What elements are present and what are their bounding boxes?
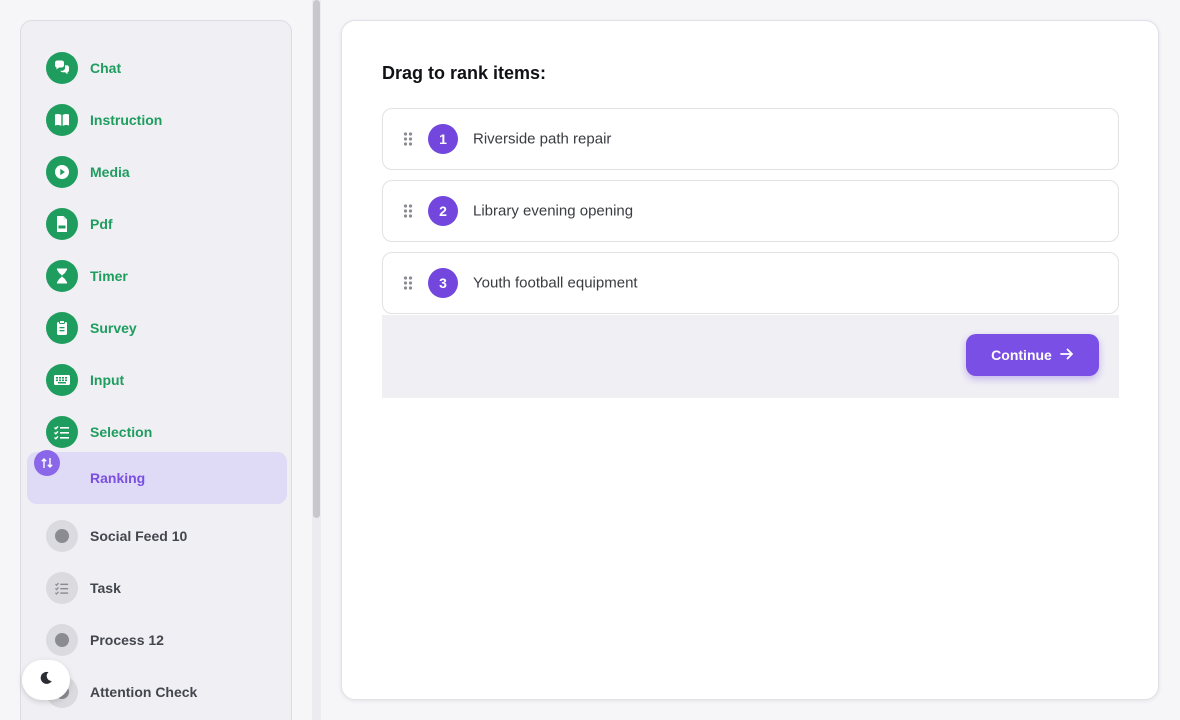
rank-number-badge: 3 xyxy=(428,268,458,298)
sidebar-item-label: Media xyxy=(90,164,130,180)
rank-number-badge: 1 xyxy=(428,124,458,154)
rank-item-label: Riverside path repair xyxy=(473,130,612,148)
sidebar-item-label: Chat xyxy=(90,60,122,76)
page-title: Drag to rank items: xyxy=(382,63,547,83)
sidebar-item-label: Timer xyxy=(90,268,128,284)
card-footer: Continue xyxy=(382,315,1119,398)
arrow-right-icon xyxy=(1059,347,1074,363)
hourglass-icon xyxy=(46,260,78,292)
continue-button[interactable]: Continue xyxy=(966,334,1099,376)
pdf-file-icon xyxy=(46,208,78,240)
rank-item[interactable]: 2 Library evening opening xyxy=(382,180,1119,242)
drag-handle-icon[interactable] xyxy=(403,132,413,146)
drag-handle-icon[interactable] xyxy=(403,276,413,290)
rank-item-label: Library evening opening xyxy=(473,202,634,220)
chat-icon xyxy=(46,52,78,84)
ranking-card: Drag to rank items: 1 Riverside path rep… xyxy=(341,20,1159,700)
sidebar-item-label: Task xyxy=(90,580,121,596)
sidebar-item-input[interactable]: Input xyxy=(27,354,287,406)
sidebar-scrollbar-thumb[interactable] xyxy=(313,0,320,518)
sidebar-item-task[interactable]: Task xyxy=(27,562,287,614)
sort-arrows-icon xyxy=(34,450,60,476)
sidebar-item-label: Survey xyxy=(90,320,137,336)
sidebar-item-label: Pdf xyxy=(90,216,113,232)
dot-icon xyxy=(46,520,78,552)
sidebar-item-process[interactable]: Process 12 xyxy=(27,614,287,666)
keyboard-icon xyxy=(46,364,78,396)
continue-button-label: Continue xyxy=(991,347,1052,363)
sidebar-item-label: Ranking xyxy=(90,470,146,486)
rank-item[interactable]: 1 Riverside path repair xyxy=(382,108,1119,170)
book-icon xyxy=(46,104,78,136)
sidebar-item-label: Attention Check xyxy=(90,684,198,700)
sidebar-item-media[interactable]: Media xyxy=(27,146,287,198)
checklist-icon xyxy=(46,416,78,448)
sidebar-item-label: Social Feed 10 xyxy=(90,528,188,544)
sidebar-item-pdf[interactable]: Pdf xyxy=(27,198,287,250)
sidebar-item-instruction[interactable]: Instruction xyxy=(27,94,287,146)
rank-item[interactable]: 3 Youth football equipment xyxy=(382,252,1119,314)
sidebar-item-label: Process 12 xyxy=(90,632,164,648)
sidebar-item-ranking[interactable]: Ranking xyxy=(27,450,287,504)
sidebar-item-selection[interactable]: Selection xyxy=(27,406,287,458)
dot-icon xyxy=(46,624,78,656)
sidebar-item-survey[interactable]: Survey xyxy=(27,302,287,354)
sidebar-scrollbar[interactable] xyxy=(312,0,321,720)
sidebar-item-timer[interactable]: Timer xyxy=(27,250,287,302)
rank-number-badge: 2 xyxy=(428,196,458,226)
sidebar-item-chat[interactable]: Chat xyxy=(27,42,287,94)
sidebar-item-label: Selection xyxy=(90,424,153,440)
sidebar-item-label: Instruction xyxy=(90,112,163,128)
sidebar-item-label: Input xyxy=(90,372,125,388)
sidebar: Chat Instruction Media Pdf Timer Survey xyxy=(20,20,292,720)
moon-icon xyxy=(38,670,54,691)
play-icon xyxy=(46,156,78,188)
theme-toggle-button[interactable] xyxy=(22,660,70,700)
checklist-icon xyxy=(46,572,78,604)
sidebar-item-social-feed[interactable]: Social Feed 10 xyxy=(27,510,287,562)
drag-handle-icon[interactable] xyxy=(403,204,413,218)
clipboard-icon xyxy=(46,312,78,344)
rank-item-label: Youth football equipment xyxy=(473,274,638,292)
